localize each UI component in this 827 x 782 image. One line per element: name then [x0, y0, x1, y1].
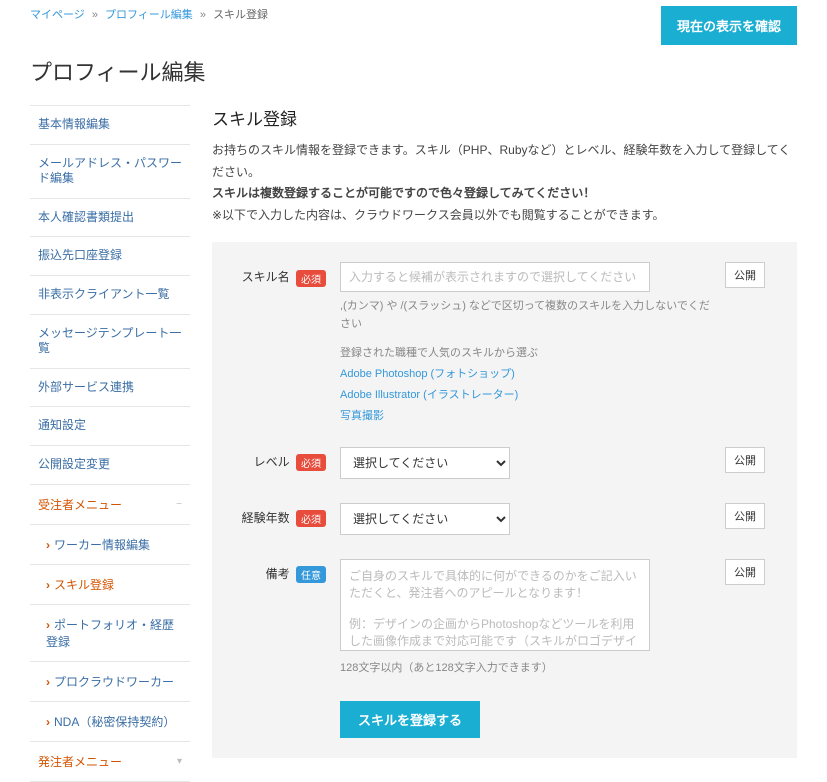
sidebar-item-visibility[interactable]: 公開設定変更: [30, 446, 190, 485]
chevron-down-icon: ▾: [177, 756, 182, 767]
skill-label: スキル名: [242, 270, 290, 284]
popular-skill-link-0[interactable]: Adobe Photoshop (フォトショップ): [340, 365, 711, 381]
level-publish-button[interactable]: 公開: [725, 447, 765, 473]
required-badge: 必須: [296, 454, 326, 471]
sidebar-item-hidden-clients[interactable]: 非表示クライアント一覧: [30, 276, 190, 315]
popular-skill-link-2[interactable]: 写真撮影: [340, 407, 711, 423]
years-publish-button[interactable]: 公開: [725, 503, 765, 529]
sidebar-item-basic[interactable]: 基本情報編集: [30, 106, 190, 145]
note-publish-button[interactable]: 公開: [725, 559, 765, 585]
breadcrumb: マイページ » プロフィール編集 » スキル登録: [30, 6, 268, 22]
chevron-right-icon: ›: [46, 618, 50, 632]
section-title: スキル登録: [212, 105, 797, 130]
popular-skill-link-1[interactable]: Adobe Illustrator (イラストレーター): [340, 386, 711, 402]
required-badge: 必須: [296, 510, 326, 527]
skill-help: ,(カンマ) や /(スラッシュ) などで区切って複数のスキルを入力しないでくだ…: [340, 298, 711, 333]
chevron-right-icon: ›: [46, 538, 50, 552]
sidebar-item-bank[interactable]: 振込先口座登録: [30, 237, 190, 276]
page-title: プロフィール編集: [30, 55, 797, 87]
optional-badge: 任意: [296, 566, 326, 583]
sidebar-sub-skill[interactable]: ›スキル登録: [30, 565, 190, 605]
level-select[interactable]: 選択してください: [340, 447, 510, 479]
chevron-right-icon: ›: [46, 715, 50, 729]
chevron-right-icon: ›: [46, 675, 50, 689]
level-label: レベル: [254, 455, 290, 469]
sidebar-item-external[interactable]: 外部サービス連携: [30, 369, 190, 408]
skill-publish-button[interactable]: 公開: [725, 262, 765, 288]
sidebar: 基本情報編集 メールアドレス・パスワード編集 本人確認書類提出 振込先口座登録 …: [30, 105, 190, 782]
breadcrumb-link-0[interactable]: マイページ: [30, 9, 85, 21]
years-select[interactable]: 選択してください: [340, 503, 510, 535]
chevron-right-icon: ›: [46, 578, 50, 592]
submit-skill-button[interactable]: スキルを登録する: [340, 701, 480, 738]
required-badge: 必須: [296, 270, 326, 287]
skill-input[interactable]: [340, 262, 650, 292]
section-description: お持ちのスキル情報を登録できます。スキル（PHP、Rubyなど）とレベル、経験年…: [212, 140, 797, 226]
breadcrumb-current: スキル登録: [213, 9, 268, 21]
sidebar-group-orderer[interactable]: 受注者メニュー −: [30, 485, 190, 525]
minus-icon: −: [176, 499, 182, 510]
sidebar-item-identity[interactable]: 本人確認書類提出: [30, 199, 190, 238]
popular-skills-header: 登録された職種で人気のスキルから選ぶ: [340, 344, 711, 360]
note-textarea[interactable]: [340, 559, 650, 651]
sidebar-sub-portfolio[interactable]: ›ポートフォリオ・経歴登録: [30, 605, 190, 662]
note-label: 備考: [266, 567, 290, 581]
skill-form: スキル名 必須 ,(カンマ) や /(スラッシュ) などで区切って複数のスキルを…: [212, 242, 797, 758]
breadcrumb-link-1[interactable]: プロフィール編集: [105, 9, 193, 21]
sidebar-sub-nda[interactable]: ›NDA（秘密保持契約）: [30, 702, 190, 742]
confirm-display-button[interactable]: 現在の表示を確認: [661, 6, 797, 45]
note-counter: 128文字以内（あと128文字入力できます）: [340, 660, 711, 678]
sidebar-sub-pro-cloud[interactable]: ›プロクラウドワーカー: [30, 662, 190, 702]
years-label: 経験年数: [242, 511, 290, 525]
sidebar-group-client[interactable]: 発注者メニュー ▾: [30, 742, 190, 782]
sidebar-item-email[interactable]: メールアドレス・パスワード編集: [30, 145, 190, 199]
sidebar-item-templates[interactable]: メッセージテンプレート一覧: [30, 315, 190, 369]
sidebar-sub-worker-info[interactable]: ›ワーカー情報編集: [30, 525, 190, 565]
sidebar-item-notifications[interactable]: 通知設定: [30, 407, 190, 446]
